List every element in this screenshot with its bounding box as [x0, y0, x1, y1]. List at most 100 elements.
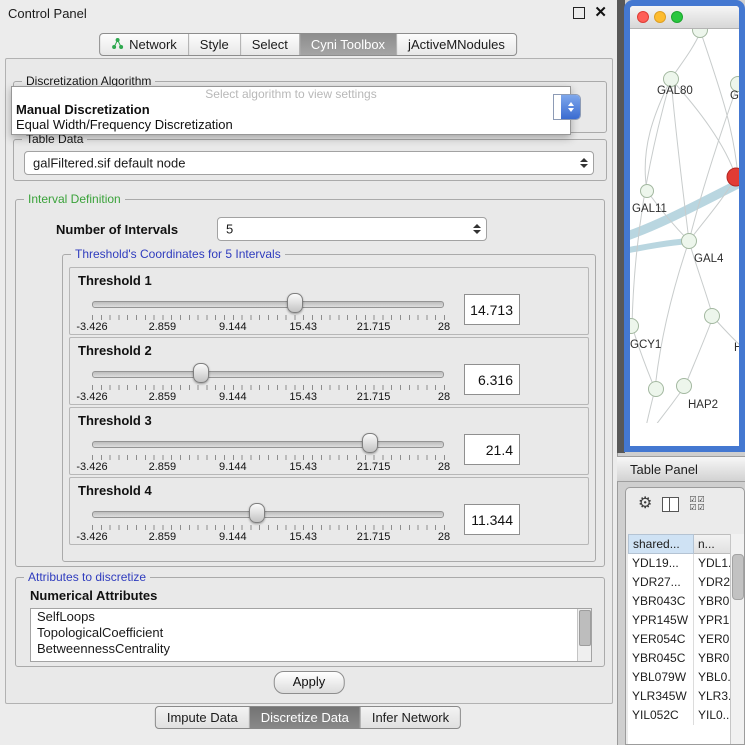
table-data-combobox[interactable]: galFiltered.sif default node — [24, 151, 594, 175]
close-icon[interactable]: ✕ — [594, 8, 607, 18]
column-header-shared-name[interactable]: shared... — [628, 534, 694, 554]
table-toolbar: ⚙ ☑☑☑☑ — [626, 488, 744, 520]
table-row[interactable]: YDR27...YDR2... — [628, 573, 731, 592]
list-item[interactable]: TopologicalCoefficient — [31, 625, 591, 641]
threshold-2-value-field[interactable] — [464, 364, 520, 395]
cell[interactable]: YBR0... — [694, 649, 731, 668]
slider-track[interactable] — [92, 301, 444, 308]
cell[interactable]: YBL079W — [628, 668, 694, 687]
number-of-intervals-value: 5 — [226, 222, 233, 237]
network-canvas[interactable]: GAL80 GA GAL11 GAL4 GCY1 H HAP2 — [630, 29, 739, 423]
network-node[interactable] — [641, 185, 654, 198]
table-row[interactable]: YIL052CYIL0... — [628, 706, 731, 725]
cell[interactable]: YDR27... — [628, 573, 694, 592]
minimize-traffic-light-icon[interactable] — [654, 11, 666, 23]
scale-tick-label: 28 — [438, 531, 450, 543]
network-node[interactable] — [677, 379, 692, 394]
scale-tick-label: 28 — [438, 461, 450, 473]
algorithm-combobox[interactable] — [553, 94, 581, 120]
dropdown-hint: Select algorithm to view settings — [12, 87, 570, 102]
number-of-intervals-label: Number of Intervals — [56, 222, 178, 237]
table-row[interactable]: YBL079WYBL0... — [628, 668, 731, 687]
tab-select[interactable]: Select — [241, 34, 300, 55]
bottom-tabbar: Impute Data Discretize Data Infer Networ… — [155, 706, 461, 729]
apply-button[interactable]: Apply — [274, 671, 345, 694]
cell[interactable]: YIL0... — [694, 706, 731, 725]
network-node[interactable] — [693, 29, 708, 38]
column-checkboxes-icon[interactable]: ☑☑☑☑ — [689, 496, 705, 512]
threshold-2-slider[interactable] — [92, 362, 444, 384]
cell[interactable]: YBL0... — [694, 668, 731, 687]
threshold-3-panel: Threshold 3 -3.426 2.859 9.144 15.43 21.… — [69, 407, 589, 475]
slider-ticks — [92, 315, 445, 320]
table-row[interactable]: YLR345WYLR3... — [628, 687, 731, 706]
columns-icon[interactable] — [662, 497, 679, 512]
tab-infer-network[interactable]: Infer Network — [361, 707, 460, 728]
cell[interactable]: YBR043C — [628, 592, 694, 611]
list-item[interactable]: SelfLoops — [31, 609, 591, 625]
cell[interactable]: YDL19... — [628, 554, 694, 573]
scale-tick-label: -3.426 — [76, 321, 107, 333]
threshold-1-slider[interactable] — [92, 292, 444, 314]
network-node[interactable] — [630, 319, 639, 334]
network-node[interactable] — [649, 382, 664, 397]
scrollbar-thumb[interactable] — [732, 554, 744, 600]
slider-track[interactable] — [92, 371, 444, 378]
tab-impute-data[interactable]: Impute Data — [156, 707, 250, 728]
slider-track[interactable] — [92, 441, 444, 448]
cell[interactable]: YER054C — [628, 630, 694, 649]
threshold-3-slider[interactable] — [92, 432, 444, 454]
cell[interactable]: YDR2... — [694, 573, 731, 592]
interval-definition-group: Interval Definition Number of Intervals … — [15, 199, 605, 567]
network-node[interactable] — [682, 234, 697, 249]
slider-thumb[interactable] — [193, 363, 209, 383]
scale-tick-label: 15.43 — [289, 391, 317, 403]
maximize-icon[interactable] — [573, 7, 585, 19]
close-traffic-light-icon[interactable] — [637, 11, 649, 23]
cell[interactable]: YPR1... — [694, 611, 731, 630]
threshold-1-value-field[interactable] — [464, 294, 520, 325]
threshold-1-panel: Threshold 1 -3.426 2.859 9.144 15.43 21.… — [69, 267, 589, 335]
cell[interactable]: YIL052C — [628, 706, 694, 725]
window-title: Control Panel — [8, 6, 87, 21]
control-panel-titlebar: Control Panel ✕ — [0, 0, 617, 26]
cell[interactable]: YLR345W — [628, 687, 694, 706]
slider-thumb[interactable] — [287, 293, 303, 313]
slider-thumb[interactable] — [362, 433, 378, 453]
menu-item-manual-discretization[interactable]: Manual Discretization — [12, 102, 570, 117]
scale-tick-label: 15.43 — [289, 531, 317, 543]
table-scrollbar[interactable] — [730, 534, 744, 744]
table-row[interactable]: YBR045CYBR0... — [628, 649, 731, 668]
cell[interactable]: YDL1... — [694, 554, 731, 573]
network-node[interactable] — [705, 309, 720, 324]
cell[interactable]: YPR145W — [628, 611, 694, 630]
cell[interactable]: YBR045C — [628, 649, 694, 668]
tab-jactivemnodules[interactable]: jActiveMNodules — [397, 34, 516, 55]
slider-thumb[interactable] — [249, 503, 265, 523]
cell[interactable]: YLR3... — [694, 687, 731, 706]
table-row[interactable]: YBR043CYBR0... — [628, 592, 731, 611]
threshold-4-slider[interactable] — [92, 502, 444, 524]
cell[interactable]: YBR0... — [694, 592, 731, 611]
slider-track[interactable] — [92, 511, 444, 518]
gear-icon[interactable]: ⚙ — [638, 496, 652, 512]
scrollbar-thumb[interactable] — [579, 610, 591, 646]
selected-network-node[interactable] — [727, 168, 739, 186]
menu-item-equal-width-frequency[interactable]: Equal Width/Frequency Discretization — [12, 117, 570, 132]
threshold-4-value-field[interactable] — [464, 504, 520, 535]
threshold-3-value-field[interactable] — [464, 434, 520, 465]
list-item[interactable]: BetweennessCentrality — [31, 641, 591, 657]
table-row[interactable]: YER054CYER0... — [628, 630, 731, 649]
column-header-name[interactable]: n... — [694, 534, 731, 554]
tab-discretize-data[interactable]: Discretize Data — [250, 707, 361, 728]
threshold-4-label: Threshold 4 — [78, 483, 152, 498]
tab-cyni-toolbox[interactable]: Cyni Toolbox — [300, 34, 397, 55]
tab-network[interactable]: Network — [100, 34, 189, 55]
list-scrollbar[interactable] — [577, 609, 591, 661]
table-row[interactable]: YDL19...YDL1... — [628, 554, 731, 573]
cell[interactable]: YER0... — [694, 630, 731, 649]
number-of-intervals-combobox[interactable]: 5 — [217, 217, 487, 241]
table-row[interactable]: YPR145WYPR1... — [628, 611, 731, 630]
tab-style[interactable]: Style — [189, 34, 241, 55]
zoom-traffic-light-icon[interactable] — [671, 11, 683, 23]
